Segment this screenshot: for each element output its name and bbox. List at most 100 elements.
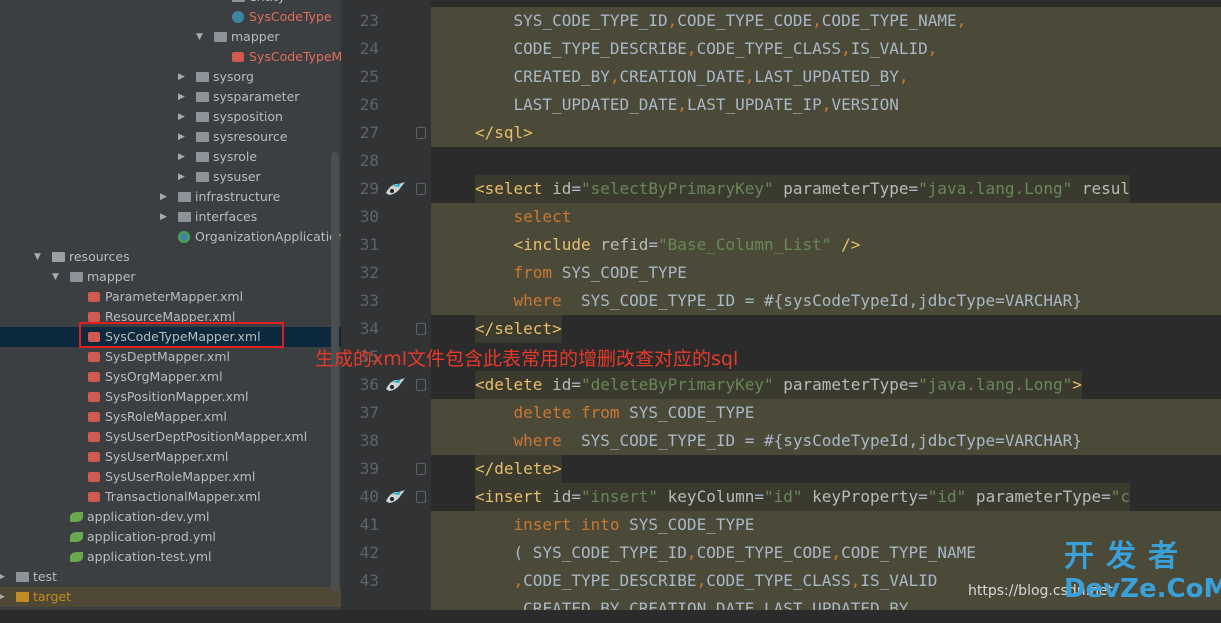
code-token: CREATION_DATE <box>629 599 755 610</box>
code-token: id <box>552 375 572 394</box>
tree-item-mapper[interactable]: ▼ mapper <box>0 27 341 47</box>
expand-arrow-icon[interactable]: ▼ <box>34 247 41 267</box>
code-line[interactable]: CREATED_BY,CREATION_DATE,LAST_UPDATED_BY… <box>475 63 909 91</box>
fold-marker-icon[interactable] <box>416 491 426 503</box>
tree-item-sysusermapper-xml[interactable]: SysUserMapper.xml <box>0 447 341 467</box>
code-line[interactable]: delete from SYS_CODE_TYPE <box>475 399 755 427</box>
tree-item-sysdeptmapper-xml[interactable]: SysDeptMapper.xml <box>0 347 341 367</box>
code-token: CODE_TYPE_CLASS <box>696 39 842 58</box>
tree-item-sysposition[interactable]: ▶ sysposition <box>0 107 341 127</box>
code-line[interactable]: <insert id="insert" keyColumn="id" keyPr… <box>475 483 1131 511</box>
tree-item-sysuser[interactable]: ▶ sysuser <box>0 167 341 187</box>
tree-item-syscodetype[interactable]: SysCodeType <box>0 7 341 27</box>
code-line[interactable]: <include refid="Base_Column_List" /> <box>475 231 861 259</box>
mybatis-bird-icon[interactable] <box>383 375 407 395</box>
code-line[interactable]: SYS_CODE_TYPE_ID,CODE_TYPE_CODE,CODE_TYP… <box>475 7 967 35</box>
expand-arrow-icon[interactable]: ▼ <box>196 27 203 47</box>
code-line[interactable]: where SYS_CODE_TYPE_ID = #{sysCodeTypeId… <box>475 427 1082 455</box>
code-line[interactable]: where SYS_CODE_TYPE_ID = #{sysCodeTypeId… <box>475 287 1082 315</box>
tree-item-syspositionmapper-xml[interactable]: SysPositionMapper.xml <box>0 387 341 407</box>
code-token: insert into <box>475 515 620 534</box>
fold-marker-icon[interactable] <box>416 183 426 195</box>
tree-item-infrastructure[interactable]: ▶ infrastructure <box>0 187 341 207</box>
code-line[interactable]: </sql> <box>475 119 533 147</box>
tree-item-sysparameter[interactable]: ▶ sysparameter <box>0 87 341 107</box>
tree-item-sysuserdeptpositionmapper-xml[interactable]: SysUserDeptPositionMapper.xml <box>0 427 341 447</box>
fold-marker-icon[interactable] <box>416 379 426 391</box>
tree-item-resources[interactable]: ▼ resources <box>0 247 341 267</box>
tree-item-sysuserrolemapper-xml[interactable]: SysUserRoleMapper.xml <box>0 467 341 487</box>
code-line[interactable]: </delete> <box>475 455 562 483</box>
tree-item-label: SysPositionMapper.xml <box>105 389 249 404</box>
tree-item-sysorgmapper-xml[interactable]: SysOrgMapper.xml <box>0 367 341 387</box>
collapse-arrow-icon[interactable]: ▶ <box>178 147 185 167</box>
tree-item-transactionalmapper-xml[interactable]: TransactionalMapper.xml <box>0 487 341 507</box>
code-token: "deleteByPrimaryKey" <box>580 375 774 394</box>
code-line[interactable]: LAST_UPDATED_DATE,LAST_UPDATE_IP,VERSION <box>475 91 899 119</box>
tree-item-interfaces[interactable]: ▶ interfaces <box>0 207 341 227</box>
fold-marker-icon[interactable] <box>416 323 426 335</box>
code-line[interactable]: ,CODE_TYPE_DESCRIBE,CODE_TYPE_CLASS,IS_V… <box>475 567 938 595</box>
code-token: </select> <box>475 319 562 338</box>
line-number: 41 <box>359 515 379 534</box>
collapse-arrow-icon[interactable]: ▶ <box>160 187 167 207</box>
tree-item-sysrolemapper-xml[interactable]: SysRoleMapper.xml <box>0 407 341 427</box>
xml-file-icon <box>88 392 100 402</box>
collapse-arrow-icon[interactable]: ▶ <box>0 587 5 607</box>
code-token: CODE_TYPE_DESCRIBE <box>523 571 697 590</box>
code-line[interactable]: ( SYS_CODE_TYPE_ID,CODE_TYPE_CODE,CODE_T… <box>475 539 976 567</box>
tree-item-application-prod-yml[interactable]: application-prod.yml <box>0 527 341 547</box>
code-line[interactable]: <delete id="deleteByPrimaryKey" paramete… <box>475 371 1082 399</box>
code-line[interactable]: ,CREATED_BY,CREATION_DATE,LAST_UPDATED_B… <box>475 595 909 610</box>
fold-marker-icon[interactable] <box>416 463 426 475</box>
folder-icon <box>196 112 209 122</box>
tree-item-target[interactable]: ▶ target <box>0 587 341 607</box>
tree-item-test[interactable]: ▶ test <box>0 567 341 587</box>
code-token: CODE_TYPE_CODE <box>696 543 832 562</box>
collapse-arrow-icon[interactable]: ▶ <box>178 167 185 187</box>
code-token: = <box>918 487 928 506</box>
code-line[interactable]: from SYS_CODE_TYPE <box>475 259 687 287</box>
collapse-arrow-icon[interactable]: ▶ <box>0 567 5 587</box>
folder-icon <box>232 0 245 2</box>
code-token: = <box>908 179 919 198</box>
collapse-arrow-icon[interactable]: ▶ <box>160 207 167 227</box>
tree-item-syscodetypema[interactable]: SysCodeTypeMa <box>0 47 341 67</box>
collapse-arrow-icon[interactable]: ▶ <box>178 87 185 107</box>
code-line[interactable]: </select> <box>475 315 562 343</box>
expand-arrow-icon[interactable]: ▼ <box>52 267 59 287</box>
tree-item-sysrole[interactable]: ▶ sysrole <box>0 147 341 167</box>
line-number: 30 <box>359 207 379 226</box>
collapse-arrow-icon[interactable]: ▶ <box>178 127 185 147</box>
fold-marker-icon[interactable] <box>416 127 426 139</box>
code-line[interactable]: <select id="selectByPrimaryKey" paramete… <box>475 175 1131 203</box>
tree-item-application-test-yml[interactable]: application-test.yml <box>0 547 341 567</box>
collapse-arrow-icon[interactable]: ▶ <box>178 67 185 87</box>
watermark-logo-en: DevZe.CoM <box>1064 574 1221 604</box>
code-line[interactable]: insert into SYS_CODE_TYPE <box>475 511 755 539</box>
tree-item-mapper[interactable]: ▼ mapper <box>0 267 341 287</box>
code-editor[interactable]: SYS_CODE_TYPE_ID,CODE_TYPE_CODE,CODE_TYP… <box>431 0 1221 610</box>
project-tree-scrollbar[interactable] <box>331 152 339 592</box>
tree-item-sysorg[interactable]: ▶ sysorg <box>0 67 341 87</box>
mybatis-bird-icon[interactable] <box>383 487 407 507</box>
collapse-arrow-icon[interactable]: ▶ <box>178 107 185 127</box>
spring-app-icon <box>178 231 190 243</box>
code-line[interactable]: select <box>475 203 572 231</box>
tree-item-entity[interactable]: entity <box>0 0 341 7</box>
code-token: CODE_TYPE_CODE <box>677 11 813 30</box>
code-token: = <box>648 235 659 254</box>
xml-file-icon <box>88 472 100 482</box>
tree-item-organizationapplication[interactable]: OrganizationApplication <box>0 227 341 247</box>
code-line[interactable]: CODE_TYPE_DESCRIBE,CODE_TYPE_CLASS,IS_VA… <box>475 35 938 63</box>
code-token: CODE_TYPE_DESCRIBE <box>475 39 687 58</box>
code-token: CREATED_BY <box>475 67 610 86</box>
tree-item-parametermapper-xml[interactable]: ParameterMapper.xml <box>0 287 341 307</box>
tree-item-label: sysrole <box>213 149 258 164</box>
tree-item-application-dev-yml[interactable]: application-dev.yml <box>0 507 341 527</box>
tree-item-sysresource[interactable]: ▶ sysresource <box>0 127 341 147</box>
mybatis-bird-icon[interactable] <box>383 179 407 199</box>
tree-item-label: SysDeptMapper.xml <box>105 349 231 364</box>
